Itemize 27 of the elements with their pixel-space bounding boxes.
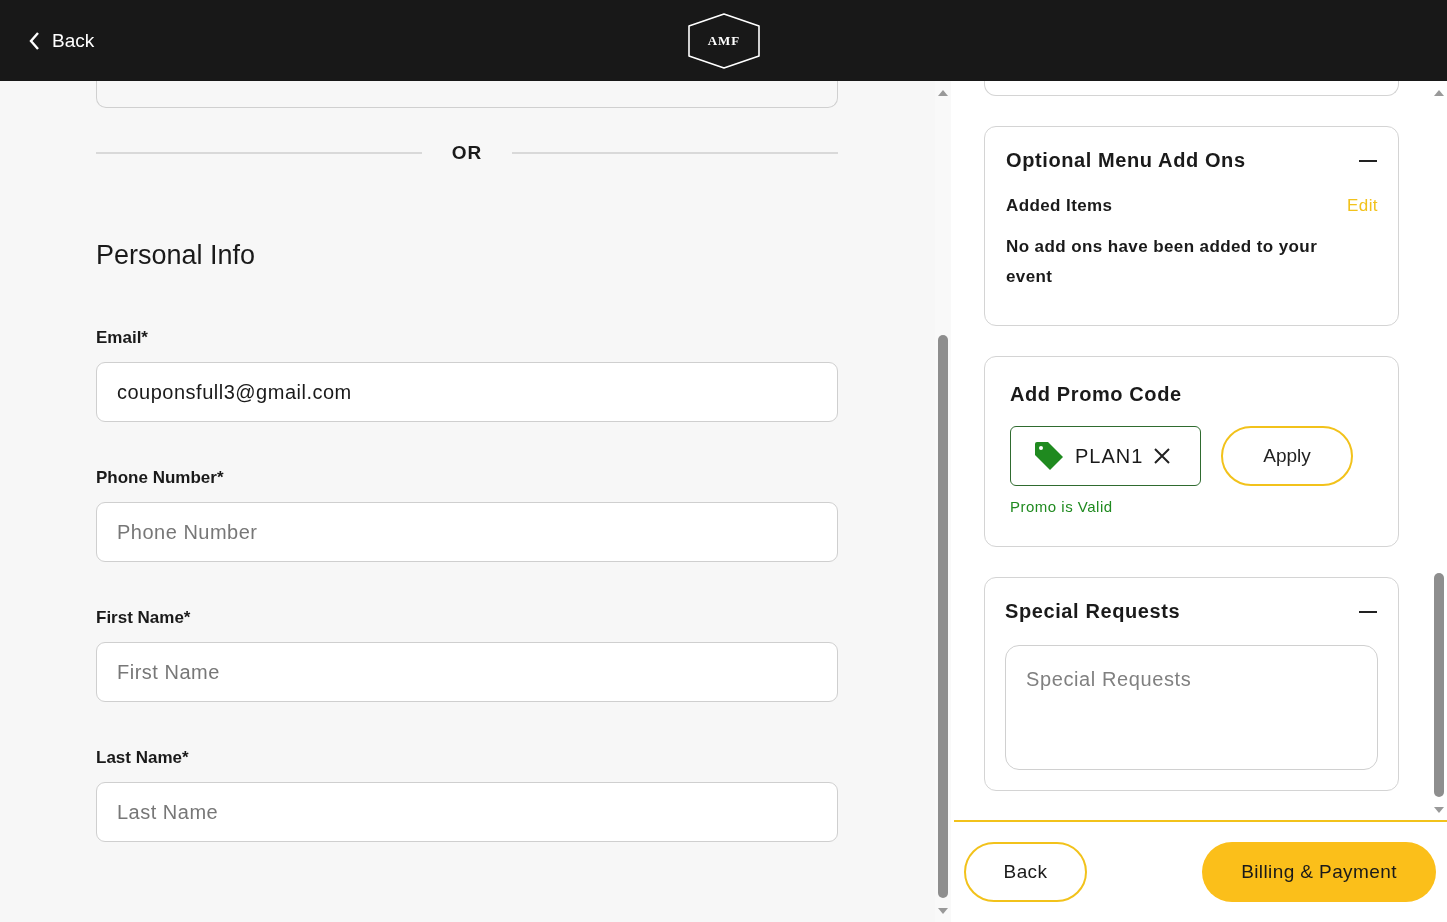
promo-code-field[interactable]: PLAN1 (1010, 426, 1201, 486)
section-title: Personal Info (96, 239, 256, 272)
logo[interactable]: AMF (687, 12, 761, 70)
close-icon[interactable] (1153, 447, 1172, 465)
field-label: Phone Number* (96, 467, 224, 489)
input-field[interactable] (96, 81, 838, 108)
apply-button[interactable]: Apply (1221, 426, 1353, 486)
text-area[interactable]: Special Requests (1005, 645, 1378, 770)
field-label: First Name* (96, 607, 191, 629)
card-title: Add Promo Code (1010, 383, 1183, 406)
input-field[interactable]: Phone Number (96, 502, 838, 562)
billing-payment-button[interactable]: Billing & Payment (1202, 842, 1436, 902)
card-title: Optional Menu Add Ons (1006, 149, 1246, 172)
subheading: Added Items (1006, 196, 1113, 216)
field-label: Last Name* (96, 747, 189, 769)
input-field[interactable]: First Name (96, 642, 838, 702)
input-field[interactable]: Last Name (96, 782, 838, 842)
divider-label: OR (451, 142, 483, 164)
back-button[interactable]: Back (26, 25, 97, 56)
chevron-left-icon (28, 30, 40, 51)
input-field[interactable]: couponsfull3@gmail.com (96, 362, 838, 422)
card-title: Special Requests (1005, 600, 1181, 623)
empty-message: No add ons have been added to your event (1006, 236, 1319, 288)
validation-message: Promo is Valid (1010, 498, 1113, 515)
tag-icon (1033, 440, 1065, 472)
back-button[interactable]: Back (964, 842, 1087, 902)
field-label: Email* (96, 327, 148, 349)
